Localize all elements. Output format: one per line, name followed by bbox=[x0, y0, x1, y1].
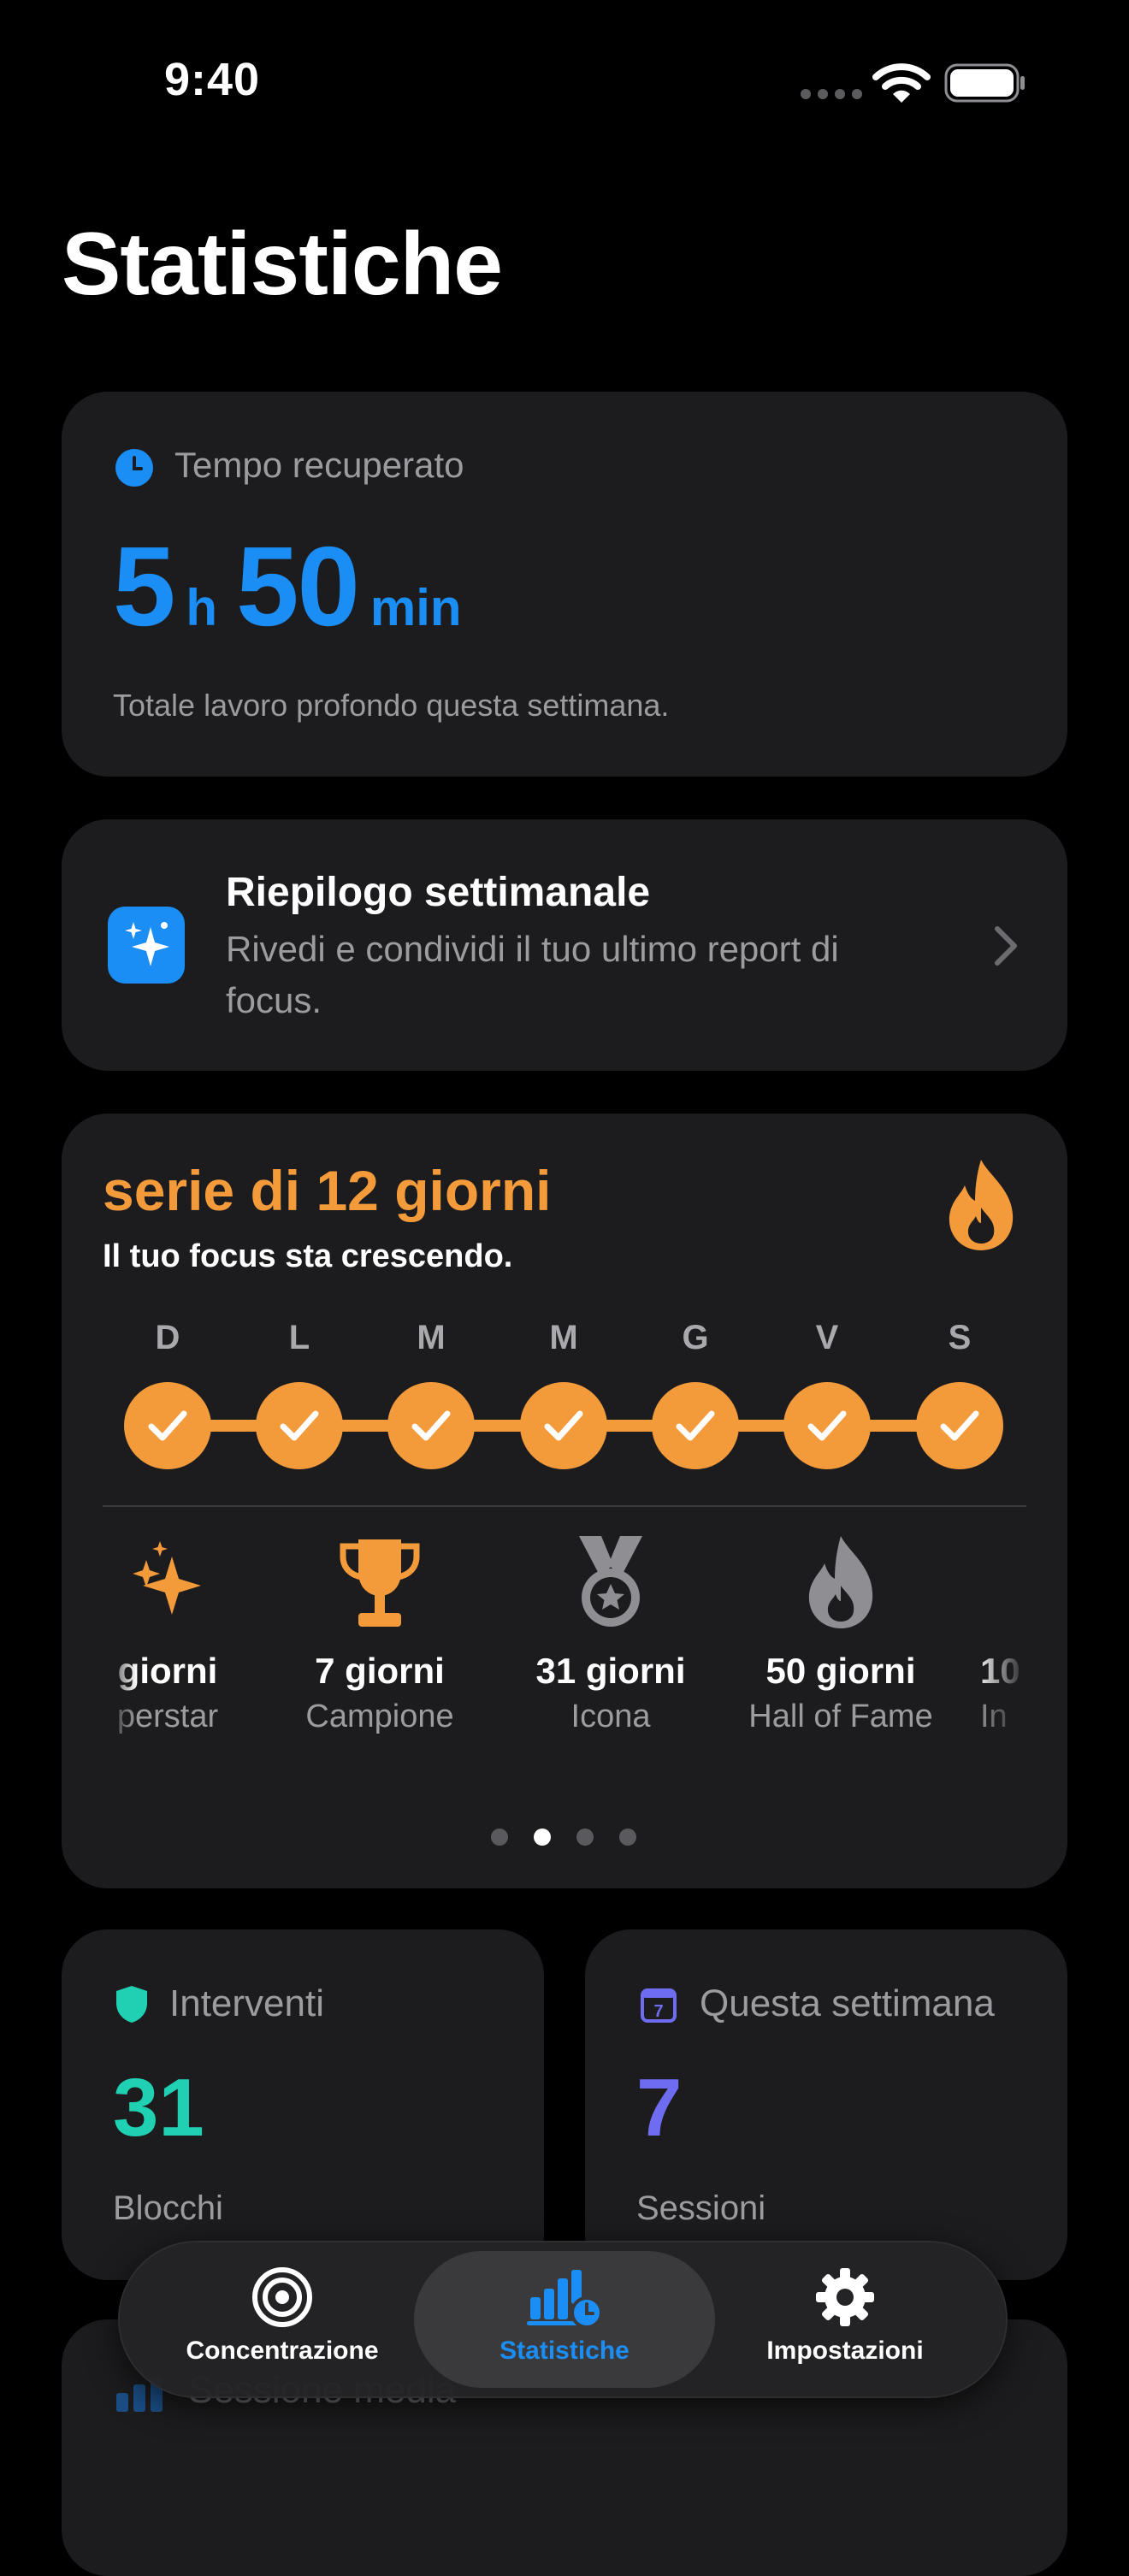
day-label-4: G bbox=[682, 1319, 709, 1356]
interventions-unit: Blocchi bbox=[113, 2189, 223, 2227]
day-label-6: S bbox=[948, 1319, 972, 1356]
tab-label: Impostazioni bbox=[766, 2337, 924, 2365]
target-icon bbox=[252, 2267, 312, 2327]
badge-item[interactable]: 50 giorni Hall of Fame bbox=[738, 1531, 943, 1738]
cellular-signal-icon bbox=[801, 89, 862, 99]
day-label-5: V bbox=[815, 1319, 839, 1356]
day-check-2 bbox=[387, 1382, 475, 1469]
day-label-2: M bbox=[417, 1319, 446, 1356]
clock-icon bbox=[115, 449, 153, 487]
weekly-summary-title: Riepilogo settimanale bbox=[226, 870, 651, 915]
gear-icon bbox=[816, 2268, 874, 2326]
this-week-value: 7 bbox=[636, 2062, 683, 2154]
tab-concentrazione[interactable]: Concentrazione bbox=[171, 2266, 393, 2366]
checkmark-icon bbox=[807, 1410, 847, 1441]
calendar-icon: 7 bbox=[641, 1988, 677, 2023]
day-check-0 bbox=[124, 1382, 211, 1469]
wifi-icon bbox=[872, 63, 931, 103]
badge-subtitle: Hall of Fame bbox=[748, 1699, 933, 1734]
carousel-fade-left bbox=[103, 1531, 137, 1822]
badge-item[interactable]: 7 giorni Campione bbox=[277, 1531, 482, 1738]
badge-title: 7 giorni bbox=[315, 1651, 445, 1691]
day-check-3 bbox=[520, 1382, 607, 1469]
flame-icon bbox=[949, 1160, 1014, 1250]
status-time: 9:40 bbox=[164, 54, 261, 105]
badge-title: 50 giorni bbox=[765, 1651, 916, 1691]
battery-icon bbox=[944, 63, 1025, 103]
day-check-5 bbox=[783, 1382, 871, 1469]
page-dot[interactable] bbox=[619, 1829, 636, 1846]
page-dot-active[interactable] bbox=[534, 1829, 551, 1846]
page-dot[interactable] bbox=[491, 1829, 508, 1846]
hours-value: 5 bbox=[113, 523, 175, 649]
time-saved-label: Tempo recuperato bbox=[174, 445, 464, 485]
checkmark-icon bbox=[676, 1410, 715, 1441]
time-saved-description: Totale lavoro profondo questa settimana. bbox=[113, 688, 670, 723]
shield-icon bbox=[116, 1986, 147, 2023]
page-dot[interactable] bbox=[576, 1829, 594, 1846]
minutes-value: 50 bbox=[236, 523, 360, 649]
day-check-4 bbox=[652, 1382, 739, 1469]
checkmark-icon bbox=[148, 1410, 187, 1441]
sparkles-icon bbox=[108, 907, 185, 984]
hours-unit: h bbox=[186, 579, 218, 636]
weekly-summary-description: Rivedi e condividi il tuo ultimo report … bbox=[226, 929, 839, 1020]
tab-label: Concentrazione bbox=[186, 2337, 379, 2365]
badge-title: 31 giorni bbox=[535, 1651, 686, 1691]
page-title: Statistiche bbox=[62, 215, 503, 314]
checkmark-icon bbox=[544, 1410, 583, 1441]
badge-subtitle: Campione bbox=[305, 1699, 454, 1734]
tab-impostazioni[interactable]: Impostazioni bbox=[734, 2266, 956, 2366]
streak-divider bbox=[103, 1505, 1026, 1507]
interventions-value: 31 bbox=[113, 2062, 204, 2154]
page-indicator[interactable] bbox=[491, 1829, 636, 1846]
day-label-3: M bbox=[549, 1319, 578, 1356]
badge-item[interactable]: 31 giorni Icona bbox=[508, 1531, 713, 1738]
tab-label: Statistiche bbox=[499, 2337, 630, 2365]
chevron-right-icon bbox=[995, 926, 1017, 966]
this-week-label: Questa settimana bbox=[700, 1982, 995, 2024]
day-label-1: L bbox=[288, 1319, 310, 1356]
svg-text:7: 7 bbox=[653, 2002, 663, 2021]
day-check-6 bbox=[916, 1382, 1003, 1469]
time-saved-value: 5 h 50 min bbox=[113, 522, 481, 651]
day-check-1 bbox=[256, 1382, 343, 1469]
flame-icon bbox=[808, 1536, 873, 1628]
medal-icon bbox=[579, 1536, 642, 1627]
stats-chart-icon bbox=[527, 2270, 603, 2328]
badge-carousel[interactable]: giorni perstar 7 giorni Campione 31 gior… bbox=[103, 1531, 1026, 1822]
checkmark-icon bbox=[280, 1410, 319, 1441]
checkmark-icon bbox=[940, 1410, 979, 1441]
trophy-icon bbox=[340, 1539, 420, 1627]
day-label-0: D bbox=[155, 1319, 180, 1356]
badge-subtitle: Icona bbox=[570, 1699, 651, 1734]
streak-title: serie di 12 giorni bbox=[103, 1159, 552, 1222]
checkmark-icon bbox=[411, 1410, 451, 1441]
carousel-fade-right bbox=[975, 1531, 1026, 1822]
interventions-label: Interventi bbox=[169, 1982, 324, 2024]
this-week-unit: Sessioni bbox=[636, 2189, 766, 2227]
minutes-unit: min bbox=[369, 579, 462, 636]
tab-statistiche[interactable]: Statistiche bbox=[453, 2266, 676, 2366]
streak-subtitle: Il tuo focus sta crescendo. bbox=[103, 1238, 513, 1274]
